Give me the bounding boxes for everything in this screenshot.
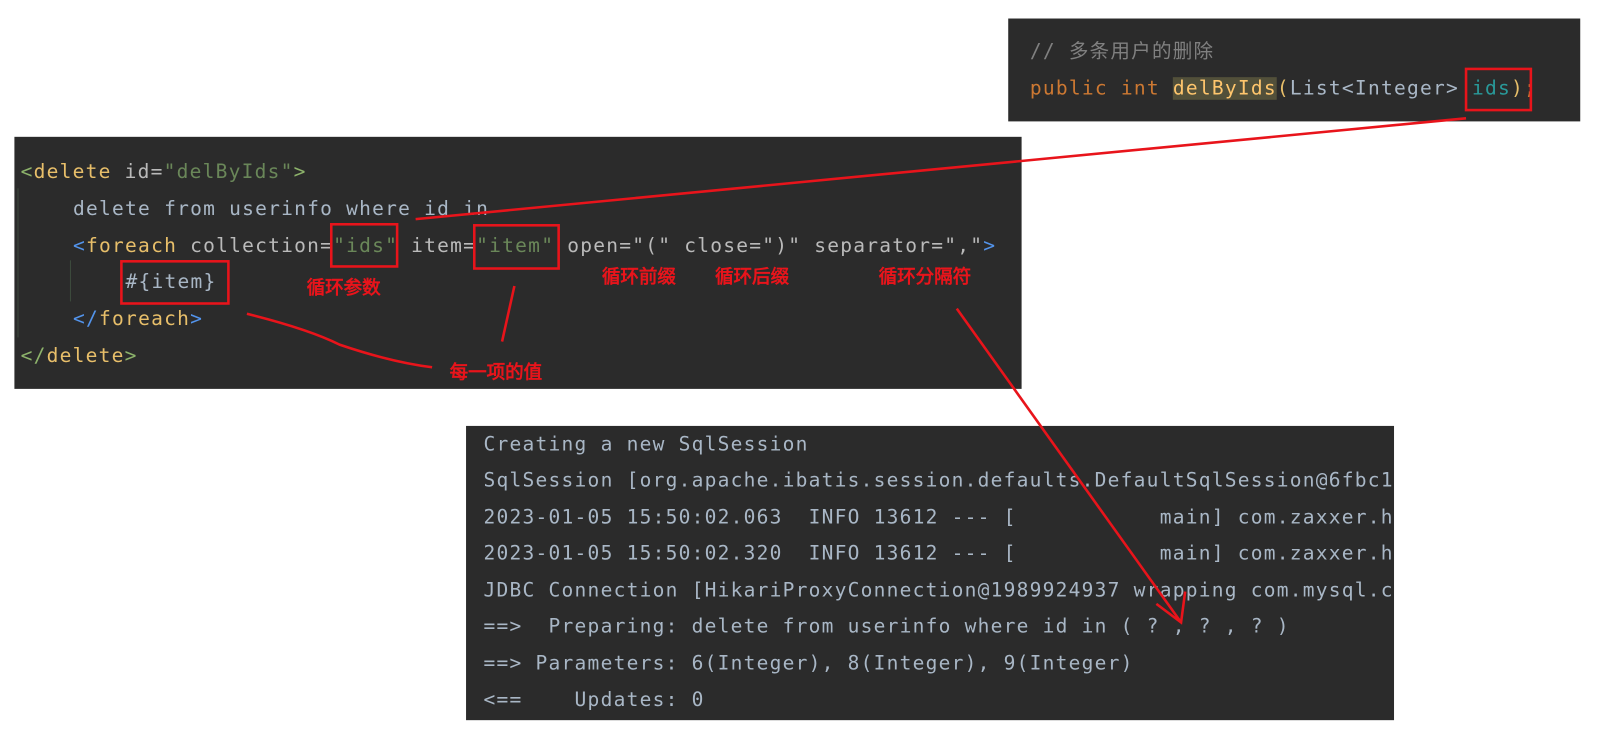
connector-line (415, 117, 1467, 221)
connector-squiggle (246, 312, 433, 369)
annotation-open: 循环前缀 (601, 266, 676, 289)
highlight-box-item (472, 224, 560, 270)
highlight-box-collection (329, 222, 399, 268)
annotation-close: 循环后缀 (715, 266, 790, 289)
highlight-box-item-value (120, 260, 230, 305)
annotation-item: 每一项的值 (449, 362, 543, 384)
annotation-overlay (120, 67, 1533, 625)
connector-line (500, 285, 516, 342)
annotation-collection: 循环参数 (306, 277, 381, 300)
highlight-box-ids-param (1464, 67, 1533, 112)
annotation-separator: 循环分隔符 (878, 266, 972, 289)
arrow-line (955, 307, 1183, 624)
